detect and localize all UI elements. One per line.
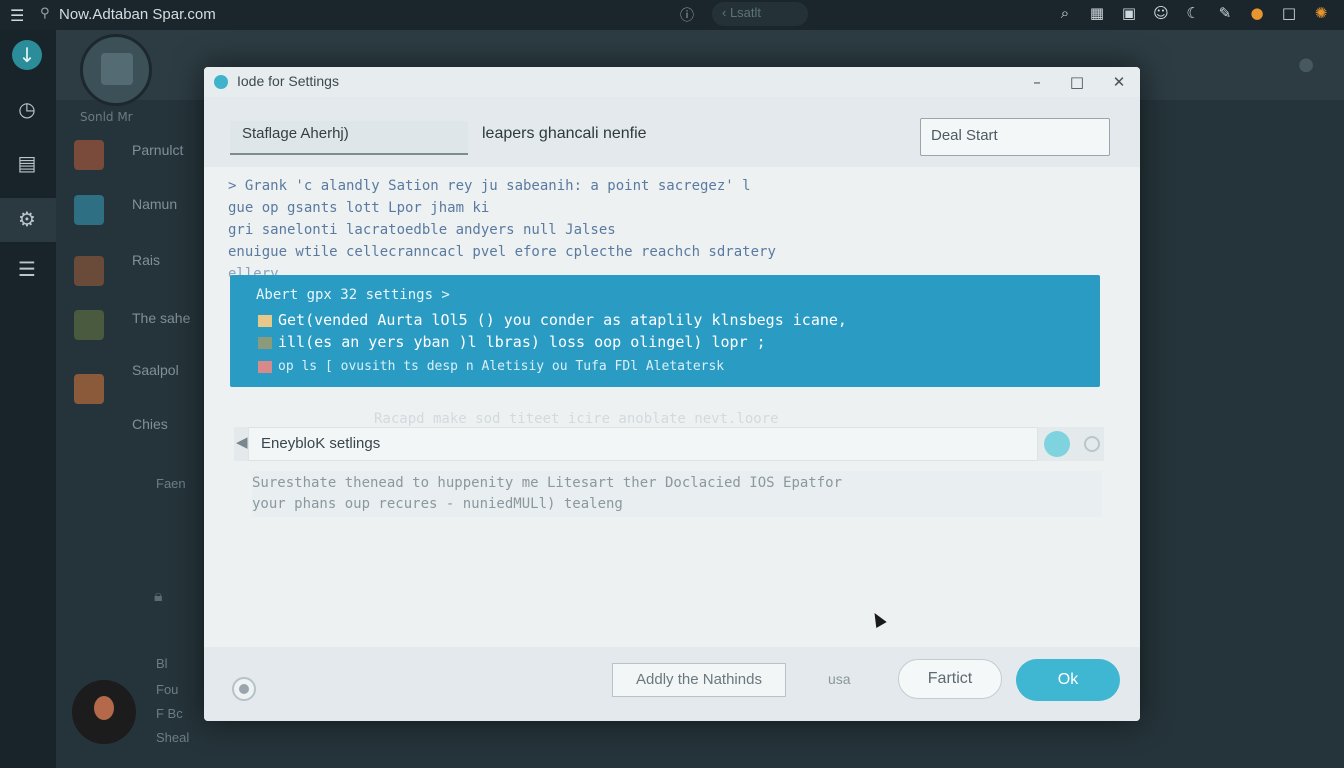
side-note: Faen — [156, 476, 186, 491]
settings-dialog: Iode for Settings – □ ✕ Staflage Aherhj)… — [204, 67, 1140, 721]
logo-icon[interactable]: ✺ — [1312, 4, 1330, 22]
description-text: > Grank 'c alandly Sation rey ju sabeani… — [228, 175, 1108, 285]
book-icon[interactable]: ▤ — [12, 148, 42, 178]
list-item-icon — [74, 310, 104, 340]
cancel-button[interactable]: Fartict — [898, 659, 1002, 699]
list-item[interactable]: Parnulct — [132, 142, 183, 158]
list-item[interactable]: Chies — [132, 416, 168, 432]
banner-heading[interactable]: Abert gpx 32 settings > — [256, 287, 450, 303]
toggle-off-icon[interactable] — [1084, 436, 1100, 452]
clock-icon[interactable]: ◷ — [12, 94, 42, 124]
banner-line: Get(vended Aurta lOl5 () you conder as a… — [258, 311, 847, 329]
tab-storage[interactable]: Staflage Aherhj) — [230, 121, 468, 155]
maximize-icon[interactable]: □ — [1066, 71, 1088, 93]
dialog-footer: Addly the Nathinds usa Fartict Ok — [204, 647, 1140, 721]
list-item-icon — [74, 195, 104, 225]
list-item-icon — [74, 374, 104, 404]
toggle-on-icon[interactable] — [1044, 431, 1070, 457]
smile-icon[interactable]: ☺ — [1152, 4, 1170, 22]
list-item[interactable]: Saalpol — [132, 362, 179, 378]
user-icon[interactable]: ● — [1298, 54, 1314, 75]
description-line: gri sanelonti lacratoedble andyers null … — [228, 222, 616, 238]
download-icon[interactable]: ↓ — [12, 40, 42, 70]
moon-icon[interactable]: ☾ — [1184, 4, 1202, 22]
app-icon — [214, 75, 228, 89]
description-line: > Grank 'c alandly Sation rey ju sabeani… — [228, 178, 751, 194]
banner-line-text: Get(vended Aurta lOl5 () you conder as a… — [278, 311, 847, 329]
additional-methods-button[interactable]: Addly the Nathinds — [612, 663, 786, 697]
search-input[interactable]: Deal Start — [920, 118, 1110, 156]
small-button[interactable]: usa — [828, 671, 851, 687]
description-line: enuigue wtile cellecranncacl pvel efore … — [228, 244, 776, 260]
info-banner: Abert gpx 32 settings > Get(vended Aurta… — [230, 275, 1100, 387]
square-icon[interactable]: □ — [1280, 4, 1298, 22]
list-item-icon — [74, 140, 104, 170]
app-logo — [80, 34, 152, 106]
dialog-title: Iode for Settings — [237, 73, 339, 89]
menu-icon[interactable]: ☰ — [10, 6, 24, 25]
list-item[interactable]: Namun — [132, 196, 177, 212]
tab-row: Staflage Aherhj) leapers ghancali nenfie… — [204, 97, 1140, 167]
side-note: F Bc — [156, 706, 183, 721]
banner-line-text: op ls [ ovusith ts desp n Aletisiy ou Tu… — [278, 359, 725, 374]
toolbar-icons: ⌕ ▦ ▣ ☺ ☾ ✎ ● □ ✺ — [1056, 4, 1330, 22]
brush-icon[interactable]: ✎ — [1216, 4, 1234, 22]
list-icon[interactable]: ☰ — [12, 254, 42, 284]
back-label: Lsatlt — [729, 5, 762, 20]
info-icon[interactable]: ⓘ — [680, 5, 694, 25]
close-icon[interactable]: ✕ — [1108, 71, 1130, 93]
description-line: gue op gsants lott Lpor jham ki — [228, 200, 490, 216]
list-item[interactable]: The sahe — [132, 310, 190, 326]
avatar-icon[interactable]: ● — [1248, 4, 1266, 22]
banner-line-text: ill(es an yers yban )l lbras) loss oop o… — [278, 333, 766, 351]
ghost-hint: Racapd make sod titeet icire anoblate ne… — [374, 411, 779, 427]
back-button[interactable]: ‹ Lsatlt — [712, 2, 808, 26]
checkbox-icon[interactable] — [258, 336, 272, 349]
ok-button[interactable]: Ok — [1016, 659, 1120, 701]
tools-icon[interactable]: ⚙ — [12, 204, 42, 234]
avatar[interactable] — [72, 680, 136, 744]
radio-button[interactable] — [232, 677, 256, 701]
checkbox-icon[interactable] — [258, 360, 272, 373]
help-line: your phans oup recures - nuniedMULl) tea… — [252, 496, 623, 512]
window-title: Now.Adtaban Spar.com — [59, 6, 216, 23]
dialog-titlebar: Iode for Settings – □ ✕ — [204, 67, 1140, 97]
side-note: Bl — [156, 656, 168, 671]
setting-label[interactable]: EneybloK setlings — [248, 427, 1038, 461]
help-line: Suresthate thenead to huppenity me Lites… — [252, 475, 843, 491]
setting-row: ◀ EneybloK setlings — [234, 427, 1104, 461]
help-text: Suresthate thenead to huppenity me Lites… — [252, 471, 1102, 517]
search-icon[interactable]: ⌕ — [1056, 4, 1074, 22]
side-note: Sheal — [156, 730, 190, 745]
chevron-left-icon[interactable]: ◀ — [236, 433, 248, 451]
checkbox-icon[interactable] — [258, 314, 272, 327]
lock-icon: 🔒︎ — [154, 586, 163, 605]
pin-icon: ⚲ — [40, 6, 50, 21]
grid-icon[interactable]: ▦ — [1088, 4, 1106, 22]
left-rail: ↓ ◷ ▤ ⚙ ☰ — [0, 30, 56, 768]
top-bar: ☰ ⚲ Now.Adtaban Spar.com ⓘ ‹ Lsatlt ⌕ ▦ … — [0, 0, 1344, 30]
minimize-icon[interactable]: – — [1026, 71, 1048, 93]
lock-icon[interactable]: ▣ — [1120, 4, 1138, 22]
list-item-icon — [74, 256, 104, 286]
background-subtitle: Sonld Mr — [80, 110, 133, 124]
tab-leapers[interactable]: leapers ghancali nenfie — [482, 125, 647, 143]
banner-line: ill(es an yers yban )l lbras) loss oop o… — [258, 333, 766, 351]
side-note: Fou — [156, 682, 179, 697]
banner-line: op ls [ ovusith ts desp n Aletisiy ou Tu… — [258, 359, 724, 374]
list-item[interactable]: Rais — [132, 252, 160, 268]
